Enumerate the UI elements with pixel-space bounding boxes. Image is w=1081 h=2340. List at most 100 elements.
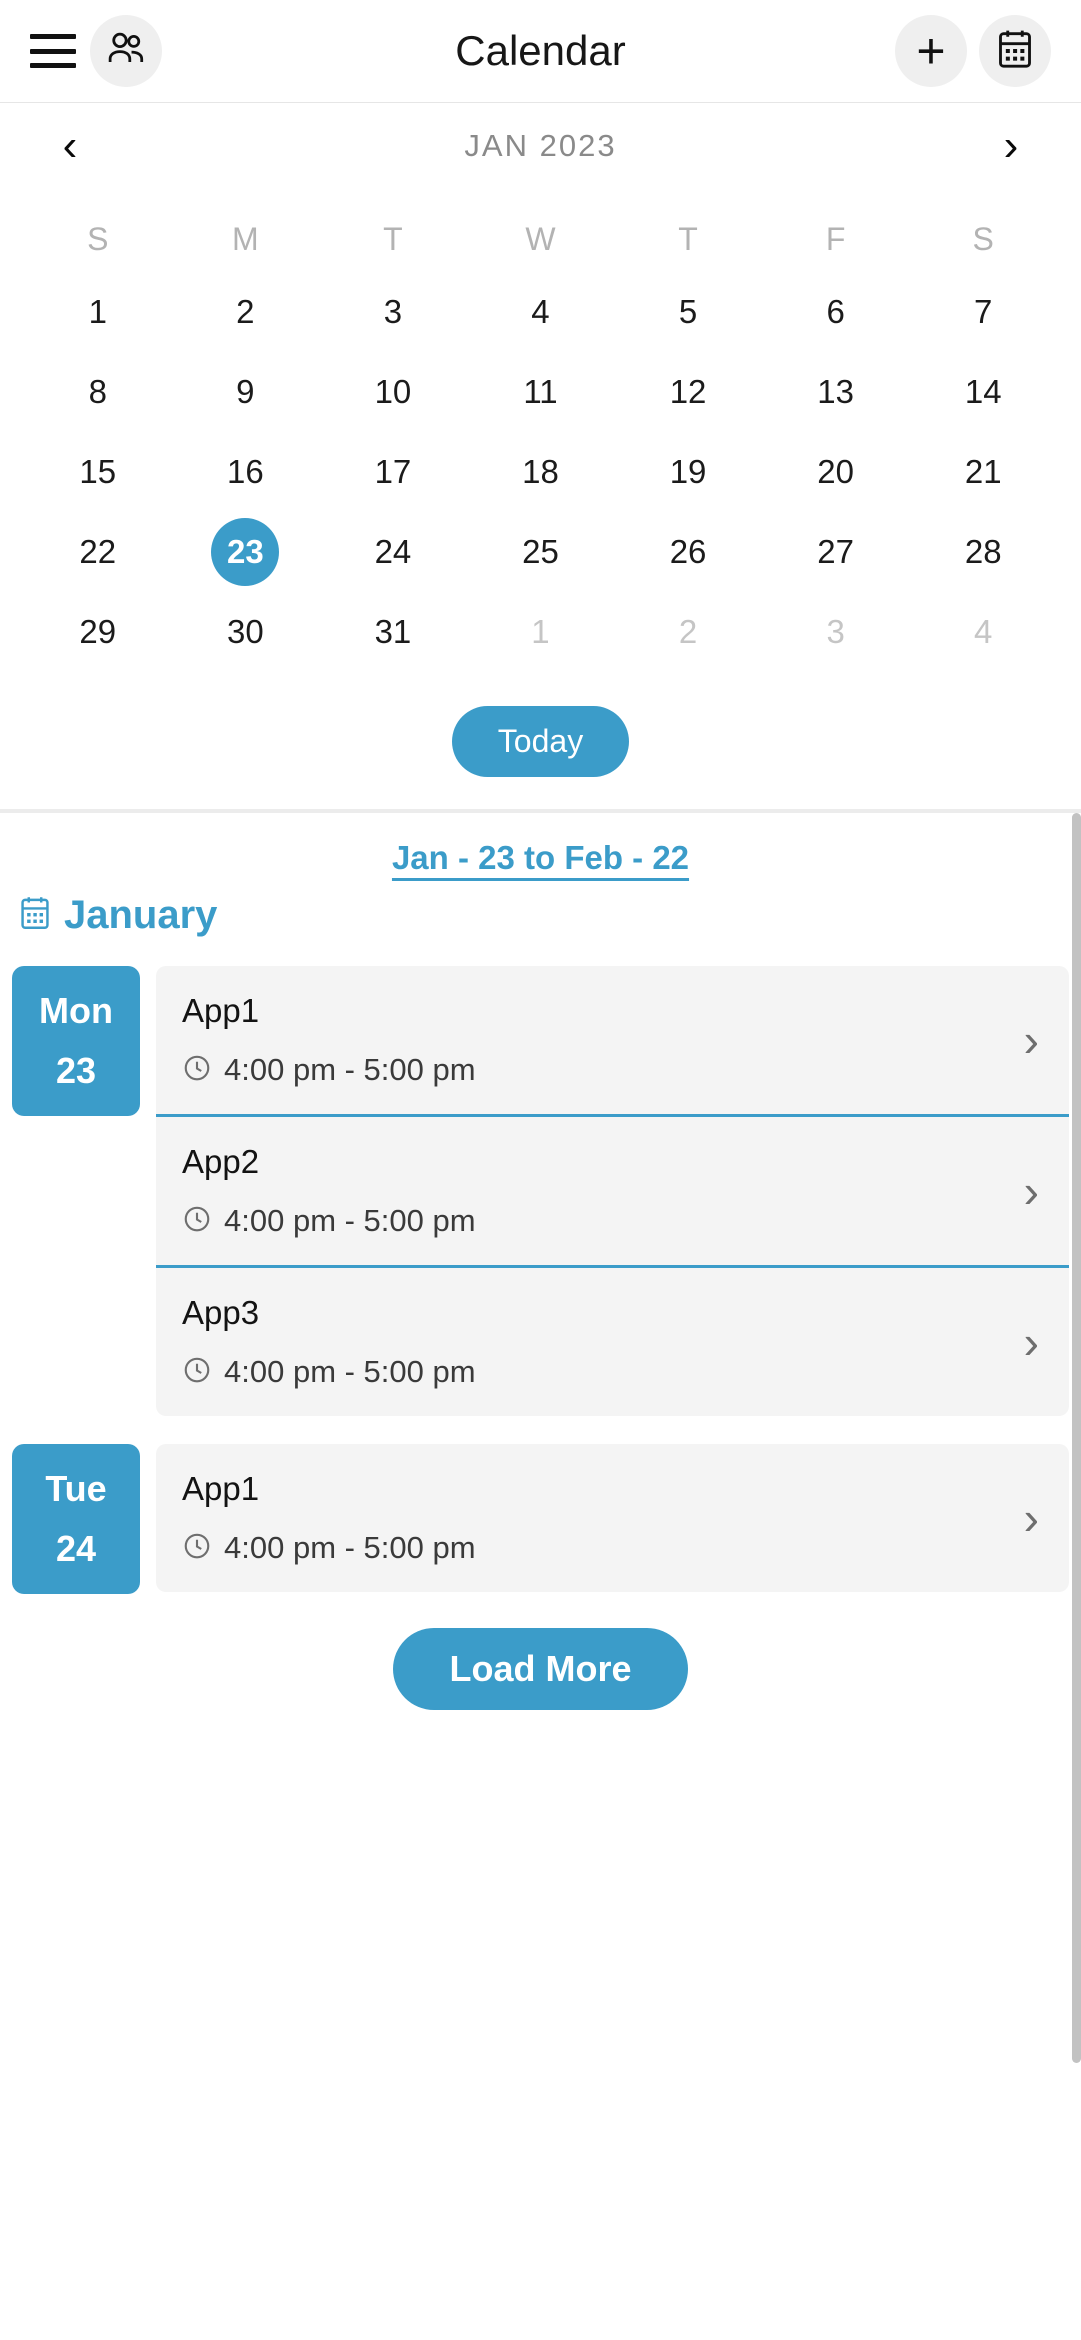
weekday-label: M	[232, 221, 259, 257]
agenda-month-label: January	[64, 893, 218, 937]
agenda-scrollbar[interactable]	[1072, 813, 1081, 2063]
calendar-day-cell[interactable]: 27	[762, 518, 910, 586]
calendar-day-number: 2	[236, 293, 255, 330]
clock-icon	[182, 1531, 212, 1566]
month-navigation: ‹ JAN 2023 ›	[0, 103, 1081, 189]
calendar-day-number: 27	[817, 533, 854, 570]
appointment-row[interactable]: App3 4:00 pm - 5:00 pm ›	[156, 1265, 1069, 1416]
appointment-body: App3 4:00 pm - 5:00 pm	[182, 1294, 1008, 1390]
calendar-day-cell[interactable]: 15	[24, 438, 172, 506]
calendar-day-cell[interactable]: 3	[319, 278, 467, 346]
appointment-title: App2	[182, 1143, 260, 1180]
calendar-day-cell[interactable]: 9	[172, 358, 320, 426]
calendar-day-cell[interactable]: 26	[614, 518, 762, 586]
calendar-day-cell[interactable]: 11	[467, 358, 615, 426]
load-more-button[interactable]: Load More	[393, 1628, 688, 1710]
calendar-day-number: 3	[383, 293, 403, 330]
calendar-day-cell[interactable]: 13	[762, 358, 910, 426]
calendar-day-cell[interactable]: 12	[614, 358, 762, 426]
calendar-day-cell[interactable]: 1	[24, 278, 172, 346]
calendar-day-cell[interactable]: 16	[172, 438, 320, 506]
calendar-day-number: 30	[226, 613, 264, 650]
weekday-header-row: SMTWTFS	[24, 213, 1057, 266]
calendar-view-button[interactable]	[979, 15, 1051, 87]
calendar-day-number: 9	[236, 373, 255, 410]
agenda-day-number: 23	[55, 1050, 97, 1091]
chevron-right-icon[interactable]: ›	[1008, 1319, 1039, 1365]
calendar-day-cell[interactable]: 5	[614, 278, 762, 346]
appointment-row[interactable]: App2 4:00 pm - 5:00 pm ›	[156, 1114, 1069, 1265]
calendar-day-number: 21	[964, 453, 1002, 490]
load-more-row: Load More	[0, 1628, 1081, 1710]
calendar-day-cell[interactable]: 23	[172, 518, 320, 586]
calendar-day-number: 14	[964, 373, 1002, 410]
calendar-day-cell[interactable]: 24	[319, 518, 467, 586]
weekday-label: S	[87, 221, 109, 257]
agenda-day-group: Mon 23 App1 4:00 pm - 5:00 pm › App2 4:00 pm -…	[0, 966, 1081, 1416]
people-icon	[105, 30, 147, 73]
calendar-day-number: 3	[826, 613, 845, 650]
calendar-day-number: 10	[374, 373, 412, 410]
appointment-time-row: 4:00 pm - 5:00 pm	[182, 1203, 1008, 1239]
calendar-icon	[995, 28, 1035, 75]
calendar-day-number: 7	[974, 293, 993, 330]
calendar-day-cell[interactable]: 21	[909, 438, 1057, 506]
next-month-button[interactable]: ›	[991, 124, 1031, 168]
calendar-day-cell[interactable]: 20	[762, 438, 910, 506]
appointment-row[interactable]: App1 4:00 pm - 5:00 pm ›	[156, 966, 1069, 1114]
calendar-day-cell[interactable]: 10	[319, 358, 467, 426]
calendar-day-cell[interactable]: 29	[24, 598, 172, 666]
appointment-time: 4:00 pm - 5:00 pm	[224, 1203, 476, 1238]
calendar-day-cell[interactable]: 2	[172, 278, 320, 346]
scrollbar-thumb[interactable]	[1072, 813, 1081, 2063]
appointment-row[interactable]: App1 4:00 pm - 5:00 pm ›	[156, 1444, 1069, 1592]
calendar-day-cell[interactable]: 22	[24, 518, 172, 586]
chevron-right-icon[interactable]: ›	[1008, 1168, 1039, 1214]
calendar-day-number: 2	[678, 613, 698, 650]
prev-month-button[interactable]: ‹	[50, 124, 90, 168]
agenda-day-badge[interactable]: Mon 23	[12, 966, 140, 1116]
calendar-day-number: 26	[669, 533, 707, 570]
appointment-time: 4:00 pm - 5:00 pm	[224, 1530, 476, 1565]
calendar-day-cell[interactable]: 2	[614, 598, 762, 666]
appointment-list: App1 4:00 pm - 5:00 pm ›	[156, 1444, 1069, 1592]
date-range-link[interactable]: Jan - 23 to Feb - 22	[392, 839, 689, 877]
calendar-day-number: 16	[226, 453, 264, 490]
calendar-icon	[18, 895, 52, 936]
calendar-day-number: 1	[88, 293, 107, 330]
calendar-day-cell[interactable]: 1	[467, 598, 615, 666]
calendar-day-cell[interactable]: 31	[319, 598, 467, 666]
chevron-right-icon[interactable]: ›	[1008, 1017, 1039, 1063]
calendar-day-number: 15	[79, 453, 117, 490]
calendar-day-cell[interactable]: 18	[467, 438, 615, 506]
calendar-day-cell[interactable]: 25	[467, 518, 615, 586]
calendar-day-cell[interactable]: 3	[762, 598, 910, 666]
appointment-body: App2 4:00 pm - 5:00 pm	[182, 1143, 1008, 1239]
calendar-day-cell[interactable]: 28	[909, 518, 1057, 586]
calendar-day-cell[interactable]: 14	[909, 358, 1057, 426]
calendar-day-cell[interactable]: 7	[909, 278, 1057, 346]
appointment-list: App1 4:00 pm - 5:00 pm › App2 4:00 pm - 5:00…	[156, 966, 1069, 1416]
agenda-day-badge[interactable]: Tue 24	[12, 1444, 140, 1594]
hamburger-menu-icon[interactable]	[30, 34, 76, 68]
weekday-label: W	[525, 221, 556, 257]
today-button[interactable]: Today	[451, 706, 630, 777]
calendar-day-cell[interactable]: 6	[762, 278, 910, 346]
calendar-day-cell[interactable]: 30	[172, 598, 320, 666]
calendar-day-cell[interactable]: 8	[24, 358, 172, 426]
calendar-day-number: 8	[88, 373, 107, 410]
agenda-day-number: 24	[55, 1528, 97, 1569]
calendar-day-cell[interactable]: 4	[467, 278, 615, 346]
calendar-week-row: 1 2 3 4 5 6 7	[24, 278, 1057, 346]
calendar-day-cell[interactable]: 17	[319, 438, 467, 506]
calendar-day-number: 11	[523, 373, 558, 410]
agenda-panel: Jan - 23 to Feb - 22 January Mon 23 App1 4:…	[0, 813, 1081, 2063]
header-actions: +	[895, 15, 1051, 87]
calendar-day-cell[interactable]: 4	[909, 598, 1057, 666]
calendar-day-number: 28	[964, 533, 1002, 570]
calendar-week-row: 15 16 17 18 19 20 21	[24, 438, 1057, 506]
add-button[interactable]: +	[895, 15, 967, 87]
calendar-day-cell[interactable]: 19	[614, 438, 762, 506]
people-button[interactable]	[90, 15, 162, 87]
chevron-right-icon[interactable]: ›	[1008, 1495, 1039, 1541]
